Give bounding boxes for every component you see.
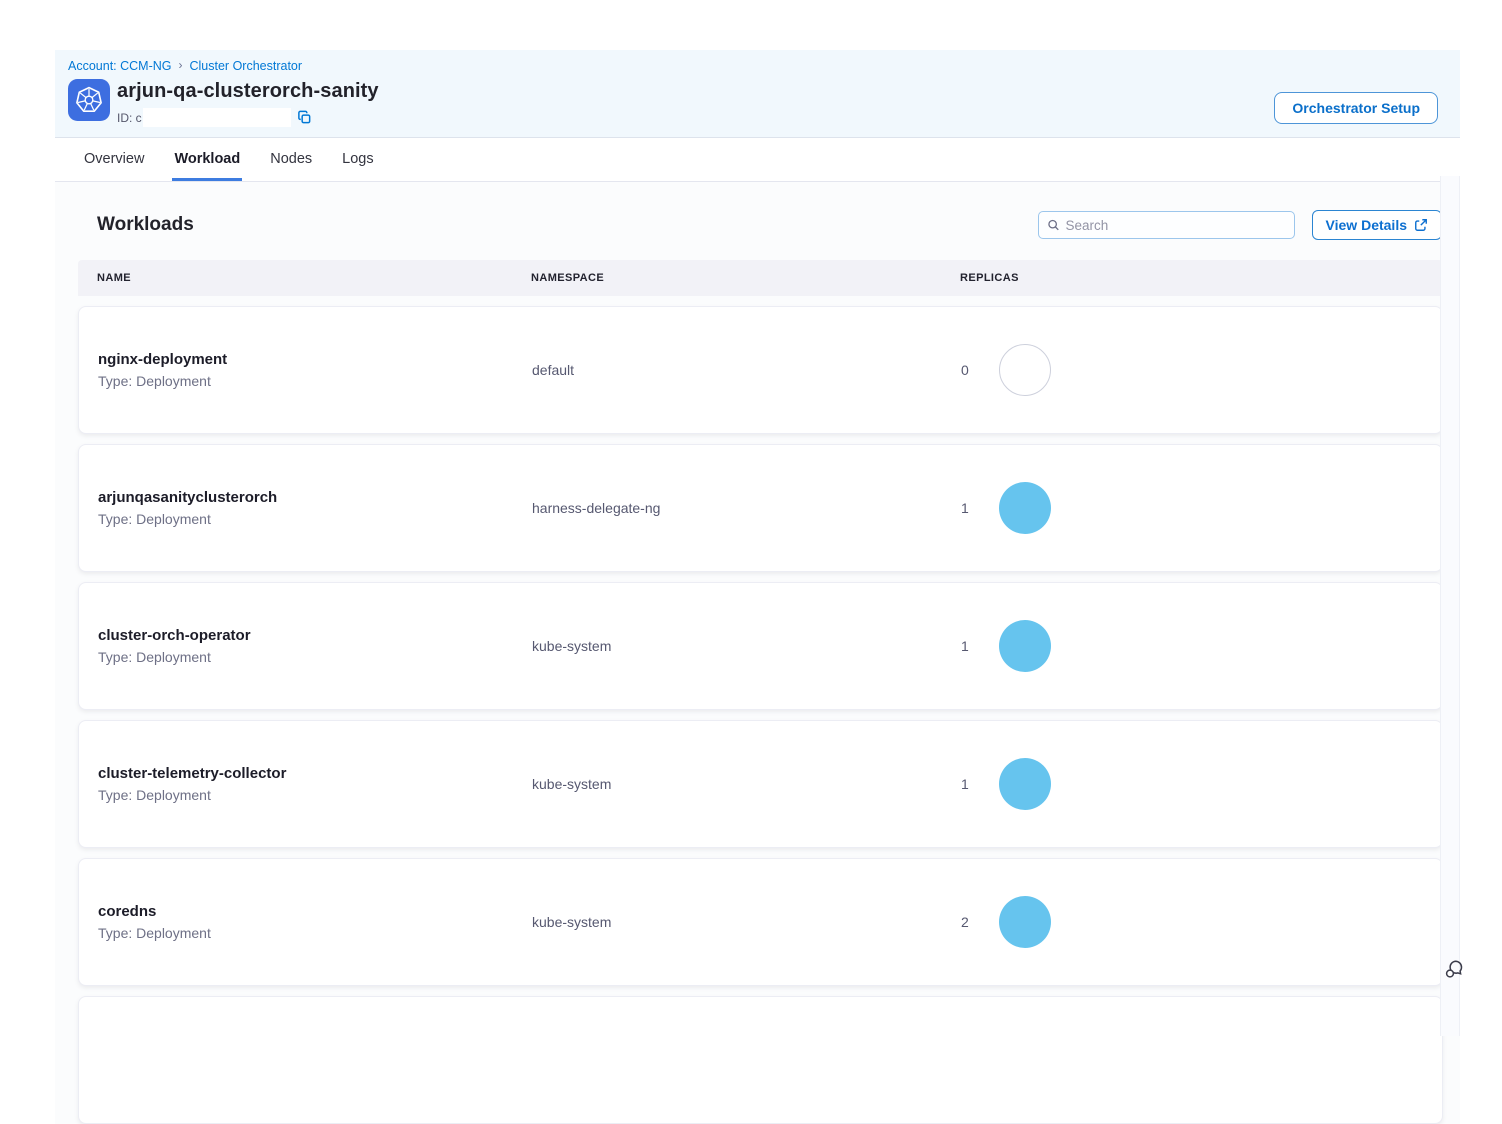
workload-namespace: harness-delegate-ng bbox=[532, 500, 961, 516]
workload-type: Type: Deployment bbox=[98, 787, 532, 803]
replicas-count: 0 bbox=[961, 362, 971, 378]
replicas-count: 1 bbox=[961, 500, 971, 516]
workload-namespace: kube-system bbox=[532, 638, 961, 654]
replica-status-circle bbox=[999, 758, 1051, 810]
replica-status-circle bbox=[999, 344, 1051, 396]
workload-type: Type: Deployment bbox=[98, 511, 532, 527]
cluster-id-redacted-value bbox=[143, 108, 291, 127]
workload-name: coredns bbox=[98, 903, 532, 920]
cluster-id-label: ID: c bbox=[117, 111, 142, 125]
breadcrumb-cluster-orchestrator-link[interactable]: Cluster Orchestrator bbox=[190, 59, 303, 73]
table-row[interactable]: cluster-orch-operator Type: Deployment k… bbox=[78, 582, 1443, 710]
column-header-namespace: NAMESPACE bbox=[531, 272, 960, 284]
table-row[interactable]: cluster-telemetry-collector Type: Deploy… bbox=[78, 720, 1443, 848]
tab-workload[interactable]: Workload bbox=[172, 138, 242, 181]
search-input[interactable] bbox=[1065, 218, 1285, 233]
page-title: arjun-qa-clusterorch-sanity bbox=[117, 80, 379, 103]
orchestrator-setup-button[interactable]: Orchestrator Setup bbox=[1274, 92, 1438, 124]
search-icon bbox=[1047, 218, 1060, 232]
tab-logs[interactable]: Logs bbox=[340, 138, 375, 181]
workload-type: Type: Deployment bbox=[98, 649, 532, 665]
workload-namespace: kube-system bbox=[532, 914, 961, 930]
replica-status-circle bbox=[999, 620, 1051, 672]
table-row-partial[interactable] bbox=[78, 996, 1443, 1124]
workload-name: arjunqasanityclusterorch bbox=[98, 489, 532, 506]
external-link-icon bbox=[1414, 218, 1428, 232]
table-row[interactable]: arjunqasanityclusterorch Type: Deploymen… bbox=[78, 444, 1443, 572]
view-details-button[interactable]: View Details bbox=[1312, 210, 1442, 240]
column-header-name: NAME bbox=[78, 272, 531, 284]
workload-name: cluster-orch-operator bbox=[98, 627, 532, 644]
breadcrumb-account-link[interactable]: Account: CCM-NG bbox=[68, 59, 172, 73]
page-header: Account: CCM-NG › Cluster Orchestrator bbox=[55, 50, 1460, 138]
workload-namespace: kube-system bbox=[532, 776, 961, 792]
tab-bar: Overview Workload Nodes Logs bbox=[55, 138, 1460, 182]
breadcrumb: Account: CCM-NG › Cluster Orchestrator bbox=[68, 59, 1438, 73]
copy-icon[interactable] bbox=[297, 110, 312, 125]
main-panel: Account: CCM-NG › Cluster Orchestrator bbox=[55, 50, 1460, 1124]
chat-help-icon[interactable] bbox=[1443, 958, 1465, 985]
vertical-scrollbar[interactable] bbox=[1440, 176, 1460, 1036]
replicas-count: 1 bbox=[961, 638, 971, 654]
breadcrumb-separator-icon: › bbox=[179, 58, 183, 72]
workload-namespace: default bbox=[532, 362, 961, 378]
workload-type: Type: Deployment bbox=[98, 925, 532, 941]
kubernetes-icon bbox=[68, 79, 110, 121]
replica-status-circle bbox=[999, 482, 1051, 534]
column-header-replicas: REPLICAS bbox=[960, 272, 1443, 284]
replicas-count: 2 bbox=[961, 914, 971, 930]
tab-nodes[interactable]: Nodes bbox=[268, 138, 314, 181]
search-box bbox=[1038, 211, 1295, 239]
replica-status-circle bbox=[999, 896, 1051, 948]
workload-type: Type: Deployment bbox=[98, 373, 532, 389]
workload-name: nginx-deployment bbox=[98, 351, 532, 368]
table-row[interactable]: nginx-deployment Type: Deployment defaul… bbox=[78, 306, 1443, 434]
table-header-row: NAME NAMESPACE REPLICAS bbox=[78, 260, 1443, 296]
workload-name: cluster-telemetry-collector bbox=[98, 765, 532, 782]
tab-overview[interactable]: Overview bbox=[82, 138, 146, 181]
view-details-label: View Details bbox=[1326, 217, 1407, 233]
workloads-heading: Workloads bbox=[97, 214, 194, 236]
replicas-count: 1 bbox=[961, 776, 971, 792]
workloads-section: Workloads View Details bbox=[55, 182, 1460, 1124]
table-row[interactable]: coredns Type: Deployment kube-system 2 bbox=[78, 858, 1443, 986]
